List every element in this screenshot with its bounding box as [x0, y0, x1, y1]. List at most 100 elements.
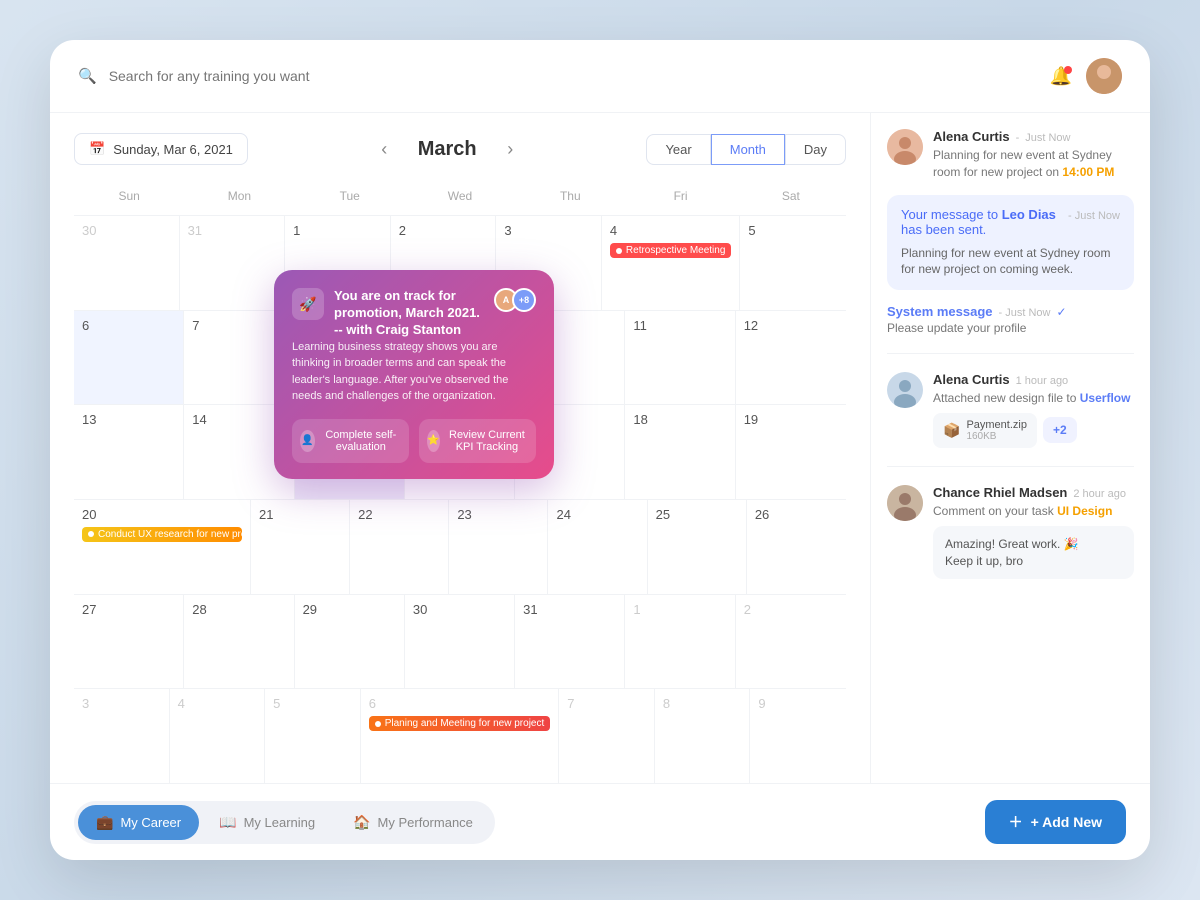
cal-cell-27[interactable]: 27	[74, 595, 184, 689]
avatar-chance	[887, 485, 923, 521]
header: 🔍 🔔	[50, 40, 1150, 113]
complete-evaluation-button[interactable]: 👤 Complete self-evaluation	[292, 419, 409, 463]
cal-cell-25[interactable]: 25	[648, 500, 747, 594]
app-container: 🔍 🔔 📅 Sunday, Mar 6, 2021 ‹ March	[50, 40, 1150, 860]
prev-month-button[interactable]: ‹	[375, 137, 393, 162]
message-alena-2: Alena Curtis 1 hour ago Attached new des…	[887, 372, 1134, 448]
calendar-week-5: 27 28 29 30 31 1 2	[74, 594, 846, 689]
cal-cell-12[interactable]: 12	[736, 311, 846, 405]
cal-cell-7-next[interactable]: 7	[559, 689, 655, 783]
search-icon: 🔍	[78, 67, 97, 85]
tab-my-career[interactable]: 💼 My Career	[78, 805, 199, 840]
event-planing-meeting[interactable]: Planing and Meeting for new project	[369, 716, 551, 731]
month-view-button[interactable]: Month	[711, 134, 785, 165]
avatar-alena-1	[887, 129, 923, 165]
day-header-wed: Wed	[405, 185, 515, 207]
cal-cell-2-next[interactable]: 2	[736, 595, 846, 689]
msg-text-3: Comment on your task UI Design	[933, 503, 1134, 520]
calendar-week-6: 3 4 5 6 Planing and Meeting for new proj…	[74, 688, 846, 783]
cal-cell-18[interactable]: 18	[625, 405, 735, 499]
cal-cell-30-prev[interactable]: 30	[74, 216, 180, 310]
sender-name-1: Alena Curtis	[933, 129, 1010, 144]
user-avatar[interactable]	[1086, 58, 1122, 94]
cal-cell-28[interactable]: 28	[184, 595, 294, 689]
calendar-grid: Sun Mon Tue Wed Thu Fri Sat 30 31 1 2 3	[74, 185, 846, 783]
year-view-button[interactable]: Year	[646, 134, 710, 165]
system-time: - Just Now	[999, 307, 1051, 319]
cal-cell-11[interactable]: 11	[625, 311, 735, 405]
event-retrospective[interactable]: Retrospective Meeting	[610, 243, 732, 258]
day-header-sat: Sat	[736, 185, 846, 207]
day-header-sun: Sun	[74, 185, 184, 207]
month-title: March	[407, 138, 487, 161]
cal-cell-30[interactable]: 30	[405, 595, 515, 689]
career-icon: 💼	[96, 814, 113, 831]
cal-cell-6-today[interactable]: 6	[74, 311, 184, 405]
cal-cell-20[interactable]: 20 Conduct UX research for new project	[74, 500, 251, 594]
msg-time-2: 1 hour ago	[1016, 375, 1069, 387]
popup-body-text: Learning business strategy shows you are…	[292, 339, 536, 405]
cal-cell-23[interactable]: 23	[449, 500, 548, 594]
cal-cell-31[interactable]: 31	[515, 595, 625, 689]
attachment-row: 📦 Payment.zip 160KB +2	[933, 413, 1134, 448]
cal-cell-1-next[interactable]: 1	[625, 595, 735, 689]
cal-cell-5[interactable]: 5	[740, 216, 846, 310]
search-input[interactable]	[109, 68, 1038, 84]
career-label: My Career	[120, 815, 181, 830]
attachment-more[interactable]: +2	[1043, 417, 1077, 443]
msg-text-1: Planning for new event at Sydney room fo…	[933, 147, 1134, 181]
tab-my-learning[interactable]: 📖 My Learning	[201, 805, 333, 840]
calendar-icon: 📅	[89, 141, 105, 157]
day-header-thu: Thu	[515, 185, 625, 207]
cal-cell-4[interactable]: 4 Retrospective Meeting	[602, 216, 741, 310]
tab-my-performance[interactable]: 🏠 My Performance	[335, 805, 491, 840]
cal-cell-26[interactable]: 26	[747, 500, 846, 594]
msg-header-3: Chance Rhiel Madsen 2 hour ago	[933, 485, 1134, 500]
event-ux-research[interactable]: Conduct UX research for new project	[82, 527, 242, 542]
cal-cell-13[interactable]: 13	[74, 405, 184, 499]
calendar-week-4: 20 Conduct UX research for new project 2…	[74, 499, 846, 594]
system-text: Please update your profile	[887, 321, 1134, 335]
cal-cell-22[interactable]: 22	[350, 500, 449, 594]
message-alena-1: Alena Curtis - Just Now Planning for new…	[887, 129, 1134, 181]
cal-cell-4-next[interactable]: 4	[170, 689, 266, 783]
promotion-popup: 🚀 You are on track for promotion, March …	[274, 270, 554, 479]
next-month-button[interactable]: ›	[501, 137, 519, 162]
msg-text-2: Attached new design file to Userflow	[933, 390, 1134, 407]
tab-group: 💼 My Career 📖 My Learning 🏠 My Performan…	[74, 801, 495, 844]
kpi-label: Review Current KPI Tracking	[446, 429, 528, 453]
msg-time-3: 2 hour ago	[1073, 488, 1126, 500]
cal-cell-29[interactable]: 29	[295, 595, 405, 689]
evaluation-icon: 👤	[300, 430, 315, 452]
performance-label: My Performance	[378, 815, 473, 830]
attachment-size: 160KB	[966, 431, 1027, 442]
message-chance: Chance Rhiel Madsen 2 hour ago Comment o…	[887, 485, 1134, 579]
cal-cell-8-next[interactable]: 8	[655, 689, 751, 783]
attachment-payment-zip[interactable]: 📦 Payment.zip 160KB	[933, 413, 1037, 448]
cal-cell-21[interactable]: 21	[251, 500, 350, 594]
popup-actions: 👤 Complete self-evaluation ⭐ Review Curr…	[292, 419, 536, 463]
cal-cell-3-next[interactable]: 3	[74, 689, 170, 783]
msg-link-userflow: Userflow	[1080, 391, 1131, 405]
review-kpi-button[interactable]: ⭐ Review Current KPI Tracking	[419, 419, 536, 463]
cal-cell-24[interactable]: 24	[548, 500, 647, 594]
day-header-fri: Fri	[625, 185, 735, 207]
add-icon: ＋	[1009, 812, 1023, 832]
msg-header-1: Alena Curtis - Just Now	[933, 129, 1134, 144]
main-body: 📅 Sunday, Mar 6, 2021 ‹ March › Year Mon…	[50, 113, 1150, 783]
zip-icon: 📦	[943, 422, 960, 439]
date-picker-button[interactable]: 📅 Sunday, Mar 6, 2021	[74, 133, 248, 165]
popup-title: You are on track for promotion, March 20…	[334, 288, 486, 339]
popup-header-row: 🚀 You are on track for promotion, March …	[292, 288, 536, 339]
notification-bell[interactable]: 🔔	[1050, 66, 1072, 87]
cal-cell-19[interactable]: 19	[736, 405, 846, 499]
msg-link-time: 14:00 PM	[1062, 165, 1114, 179]
msg-link-uidesign: UI Design	[1057, 504, 1112, 518]
day-view-button[interactable]: Day	[785, 134, 846, 165]
cal-cell-6-next[interactable]: 6 Planing and Meeting for new project	[361, 689, 560, 783]
cal-cell-9-next[interactable]: 9	[750, 689, 846, 783]
cal-cell-5-next[interactable]: 5	[265, 689, 361, 783]
day-header-tue: Tue	[295, 185, 405, 207]
add-new-button[interactable]: ＋ + Add New	[985, 800, 1126, 844]
cal-cell-31-prev[interactable]: 31	[180, 216, 286, 310]
